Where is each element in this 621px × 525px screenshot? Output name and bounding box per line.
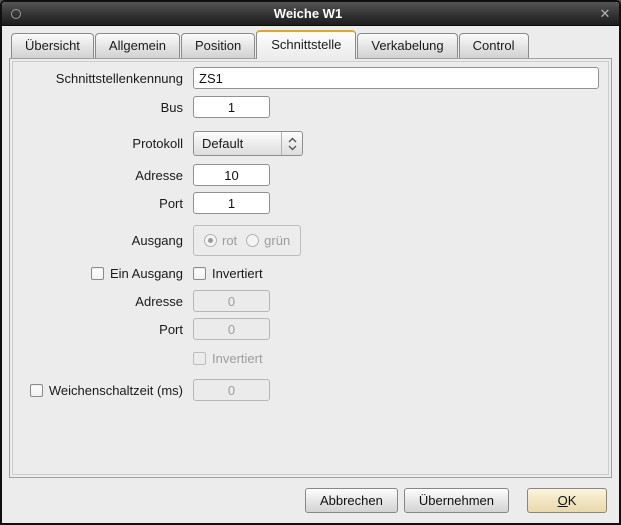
radio-selected-icon	[204, 234, 217, 247]
radio-gruen-label: grün	[264, 233, 290, 248]
address-label: Adresse	[18, 168, 183, 183]
inverted-label: Invertiert	[212, 266, 263, 281]
address-second-label: Adresse	[18, 294, 183, 309]
row-single-output: Ein Ausgang Invertiert	[18, 266, 603, 281]
protocol-label: Protokoll	[18, 136, 183, 151]
single-output-cell: Ein Ausgang	[18, 266, 183, 281]
switch-time-label: Weichenschaltzeit (ms)	[49, 383, 183, 398]
tab-uebersicht[interactable]: Übersicht	[11, 33, 94, 58]
port-second-label: Port	[18, 322, 183, 337]
ok-button[interactable]: OK	[527, 488, 607, 513]
titlebar: Weiche W1 ✕	[2, 2, 619, 26]
close-icon[interactable]: ✕	[595, 6, 615, 22]
apply-button[interactable]: Übernehmen	[404, 488, 509, 513]
interface-id-label: Schnittstellenkennung	[18, 71, 183, 86]
inverted-second-checkbox: Invertiert	[193, 351, 263, 366]
ok-rest: K	[568, 493, 577, 508]
bus-input[interactable]	[193, 96, 270, 118]
single-output-label: Ein Ausgang	[110, 266, 183, 281]
tab-panel-schnittstelle: Schnittstellenkennung Bus Protokoll Defa…	[9, 58, 612, 478]
cancel-button[interactable]: Abbrechen	[305, 488, 398, 513]
radio-unselected-icon	[246, 234, 259, 247]
row-port-second: Port	[18, 318, 603, 340]
window-title: Weiche W1	[21, 6, 595, 21]
tab-bar: Übersicht Allgemein Position Schnittstel…	[11, 29, 612, 58]
radio-rot: rot	[204, 233, 237, 248]
inverted-checkbox[interactable]: Invertiert	[193, 266, 263, 281]
address-second-input	[193, 290, 270, 312]
chevron-up-down-icon	[281, 132, 302, 155]
switch-time-checkbox[interactable]: Weichenschaltzeit (ms)	[30, 383, 183, 398]
output-label: Ausgang	[18, 233, 183, 248]
port-input[interactable]	[193, 192, 270, 214]
row-interface-id: Schnittstellenkennung	[18, 67, 603, 89]
row-port: Port	[18, 192, 603, 214]
row-inverted-second: Invertiert	[18, 351, 603, 366]
row-bus: Bus	[18, 96, 603, 118]
window-menu-icon[interactable]	[11, 9, 21, 19]
tab-control[interactable]: Control	[459, 33, 529, 58]
row-protocol: Protokoll Default	[18, 131, 603, 156]
port-second-input	[193, 318, 270, 340]
bus-label: Bus	[18, 100, 183, 115]
row-output: Ausgang rot grün	[18, 225, 603, 256]
protocol-selected-value: Default	[194, 132, 281, 155]
tab-verkabelung[interactable]: Verkabelung	[357, 33, 457, 58]
radio-rot-label: rot	[222, 233, 237, 248]
ok-accel: O	[558, 493, 568, 508]
switch-time-input	[193, 379, 270, 401]
tab-schnittstelle[interactable]: Schnittstelle	[256, 30, 356, 59]
switch-time-cell: Weichenschaltzeit (ms)	[18, 383, 183, 398]
port-label: Port	[18, 196, 183, 211]
row-address: Adresse	[18, 164, 603, 186]
tab-allgemein[interactable]: Allgemein	[95, 33, 180, 58]
protocol-select[interactable]: Default	[193, 131, 303, 156]
inverted-second-label: Invertiert	[212, 351, 263, 366]
row-switch-time: Weichenschaltzeit (ms)	[18, 379, 603, 401]
row-address-second: Adresse	[18, 290, 603, 312]
checkbox-icon	[30, 384, 43, 397]
checkbox-icon	[193, 352, 206, 365]
checkbox-icon	[193, 267, 206, 280]
radio-gruen: grün	[246, 233, 290, 248]
tab-position[interactable]: Position	[181, 33, 255, 58]
output-radio-group: rot grün	[193, 225, 301, 256]
address-input[interactable]	[193, 164, 270, 186]
checkbox-icon	[91, 267, 104, 280]
interface-id-input[interactable]	[193, 67, 599, 89]
dialog-window: Weiche W1 ✕ Übersicht Allgemein Position…	[0, 0, 621, 525]
dialog-button-row: Abbrechen Übernehmen OK	[2, 478, 619, 523]
single-output-checkbox[interactable]: Ein Ausgang	[91, 266, 183, 281]
